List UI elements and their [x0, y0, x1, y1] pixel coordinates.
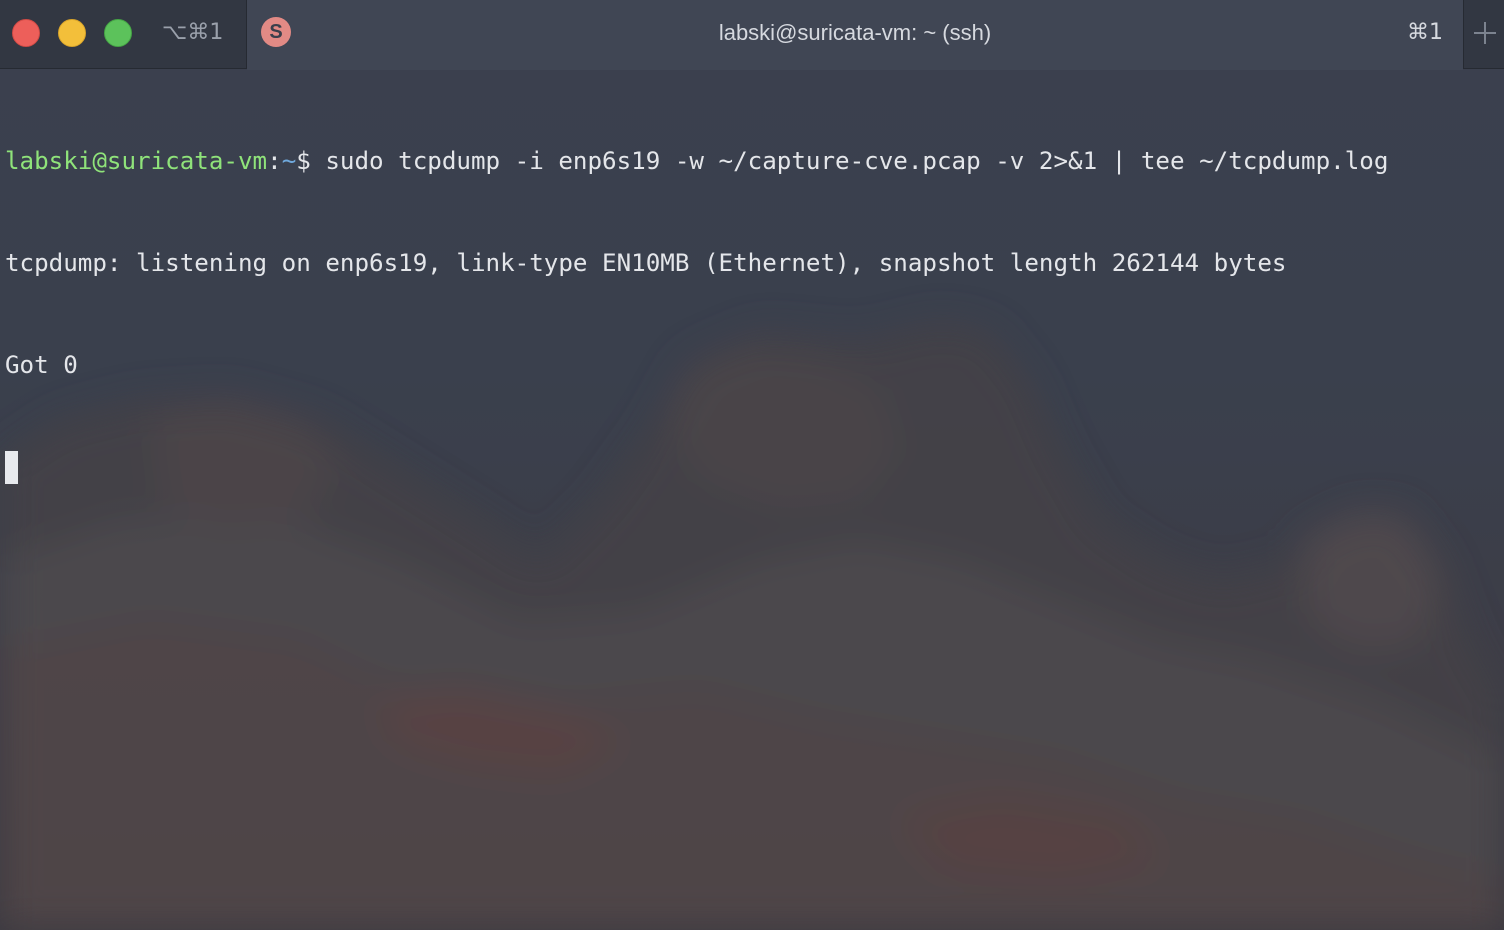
- minimize-window-button[interactable]: [58, 19, 86, 47]
- tab-shortcut-label: ⌥⌘1: [162, 20, 224, 45]
- prompt-colon: :: [267, 147, 282, 175]
- new-tab-button[interactable]: [1463, 0, 1504, 69]
- window-controls-tab: ⌥⌘1: [0, 0, 247, 69]
- tab-shortcut-indicator: ⌘1: [1407, 20, 1443, 45]
- prompt-path: ~: [281, 147, 297, 175]
- command-text: sudo tcpdump -i enp6s19 -w ~/capture-cve…: [325, 147, 1389, 175]
- output-line: Got 0: [5, 351, 78, 379]
- close-window-button[interactable]: [12, 19, 40, 47]
- title-bar: ⌥⌘1 S labski@suricata-vm: ~ (ssh) ⌘1: [0, 0, 1504, 70]
- window-title: labski@suricata-vm: ~ (ssh): [718, 20, 992, 45]
- prompt-user-host: labski@suricata-vm: [5, 147, 268, 175]
- prompt-symbol: $: [296, 147, 326, 175]
- cursor-line: [5, 450, 1504, 484]
- command-line: labski@suricata-vm:~$ sudo tcpdump -i en…: [5, 144, 1504, 178]
- terminal-content[interactable]: labski@suricata-vm:~$ sudo tcpdump -i en…: [0, 70, 1504, 930]
- plus-icon: [1474, 22, 1496, 44]
- text-cursor: [5, 451, 18, 484]
- output-line: tcpdump: listening on enp6s19, link-type…: [5, 249, 1287, 277]
- tab-ssh-session[interactable]: S labski@suricata-vm: ~ (ssh) ⌘1: [247, 0, 1463, 70]
- maximize-window-button[interactable]: [104, 19, 132, 47]
